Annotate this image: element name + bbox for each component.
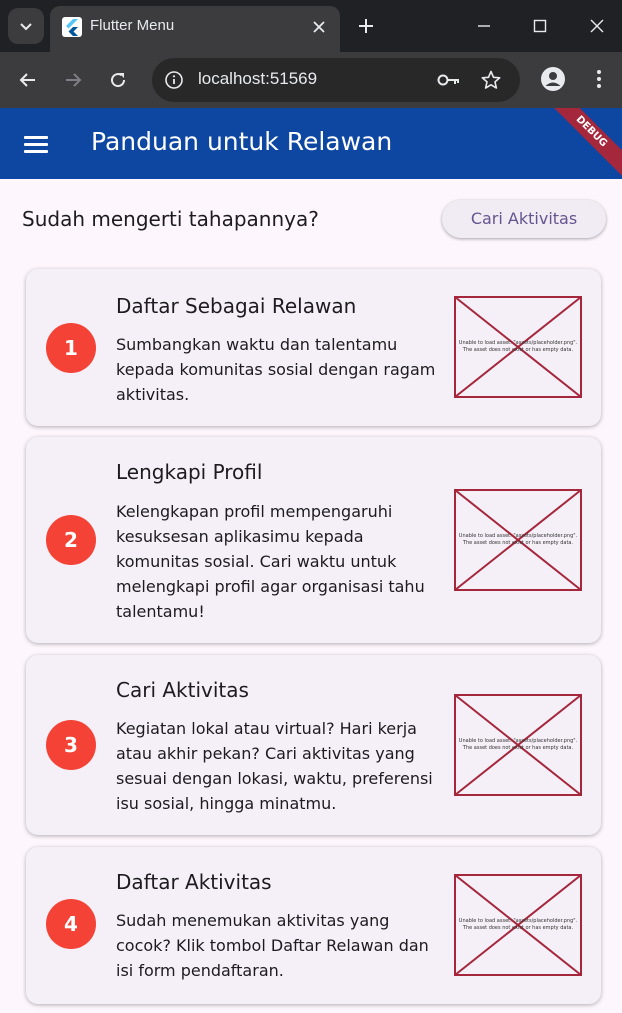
maximize-icon [533, 19, 547, 33]
placeholder-error-text: Unable to load asset: "assets/placeholde… [458, 533, 578, 546]
key-icon [437, 74, 459, 86]
minimize-icon [478, 25, 490, 27]
browser-toolbar: localhost:51569 [0, 52, 622, 108]
menu-icon-line [24, 135, 48, 139]
reload-button[interactable] [102, 64, 134, 96]
plus-icon [359, 19, 373, 33]
star-icon [481, 70, 501, 89]
info-icon [165, 71, 183, 89]
window-close-button[interactable] [577, 8, 617, 44]
browser-tab[interactable]: Flutter Menu [50, 6, 340, 52]
password-key-button[interactable] [436, 67, 462, 93]
placeholder-error-text: Unable to load asset: "assets/placeholde… [458, 918, 578, 931]
flutter-favicon-icon [62, 17, 82, 37]
question-text: Sudah mengerti tahapannya? [22, 207, 319, 231]
app-viewport: Panduan untuk Relawan DEBUG Sudah menger… [0, 108, 622, 1013]
step-description: Sumbangkan waktu dan talentamu kepada ko… [116, 335, 436, 404]
close-icon [313, 21, 325, 33]
app-bar: Panduan untuk Relawan DEBUG [0, 108, 622, 185]
step-title: Lengkapi Profil [116, 460, 263, 484]
step-number-badge: 3 [46, 720, 96, 770]
close-icon [590, 19, 604, 33]
step-description: Sudah menemukan aktivitas yang cocok? Kl… [116, 911, 429, 980]
step-title: Daftar Aktivitas [116, 870, 272, 894]
tab-search-button[interactable] [8, 8, 44, 44]
more-vert-icon [597, 70, 601, 88]
debug-banner: DEBUG [538, 108, 622, 185]
new-tab-button[interactable] [352, 12, 380, 40]
minimize-button[interactable] [464, 8, 504, 44]
menu-icon[interactable] [16, 128, 56, 160]
arrow-right-icon [66, 73, 82, 87]
placeholder-image: Unable to load asset: "assets/placeholde… [454, 489, 582, 591]
menu-icon-line [24, 142, 48, 146]
bookmark-star-button[interactable] [478, 67, 504, 93]
step-card: 1 Daftar Sebagai Relawan Sumbangkan wakt… [26, 269, 601, 426]
address-bar[interactable]: localhost:51569 [152, 58, 520, 102]
menu-icon-line [24, 149, 48, 153]
profile-button[interactable] [540, 66, 566, 92]
step-description: Kelengkapan profil mempengaruhi kesukses… [116, 502, 425, 621]
placeholder-image: Unable to load asset: "assets/placeholde… [454, 694, 582, 796]
reload-icon [111, 73, 126, 88]
browser-tab-bar: Flutter Menu [0, 0, 622, 52]
browser-menu-button[interactable] [586, 66, 612, 92]
step-title: Cari Aktivitas [116, 678, 249, 702]
step-card: 2 Lengkapi Profil Kelengkapan profil mem… [26, 437, 601, 643]
placeholder-error-text: Unable to load asset: "assets/placeholde… [458, 340, 578, 353]
cari-aktivitas-button[interactable]: Cari Aktivitas [442, 200, 606, 238]
account-icon [541, 67, 565, 91]
chevron-down-icon [20, 23, 32, 31]
back-button[interactable] [12, 64, 44, 96]
placeholder-error-text: Unable to load asset: "assets/placeholde… [458, 738, 578, 751]
step-number-badge: 2 [46, 515, 96, 565]
placeholder-image: Unable to load asset: "assets/placeholde… [454, 296, 582, 398]
step-number-badge: 1 [46, 323, 96, 373]
step-card: 3 Cari Aktivitas Kegiatan lokal atau vir… [26, 655, 601, 835]
placeholder-image: Unable to load asset: "assets/placeholde… [454, 874, 582, 976]
tab-title: Flutter Menu [90, 17, 175, 34]
url-text: localhost:51569 [198, 69, 318, 88]
tab-close-button[interactable] [308, 16, 330, 38]
app-title: Panduan untuk Relawan [91, 127, 393, 156]
site-info-button[interactable] [160, 66, 188, 94]
forward-button[interactable] [57, 64, 89, 96]
step-description: Kegiatan lokal atau virtual? Hari kerja … [116, 719, 433, 813]
step-card: 4 Daftar Aktivitas Sudah menemukan aktiv… [26, 847, 601, 1004]
step-title: Daftar Sebagai Relawan [116, 294, 357, 318]
arrow-left-icon [19, 73, 35, 87]
step-number-badge: 4 [46, 899, 96, 949]
maximize-button[interactable] [520, 8, 560, 44]
